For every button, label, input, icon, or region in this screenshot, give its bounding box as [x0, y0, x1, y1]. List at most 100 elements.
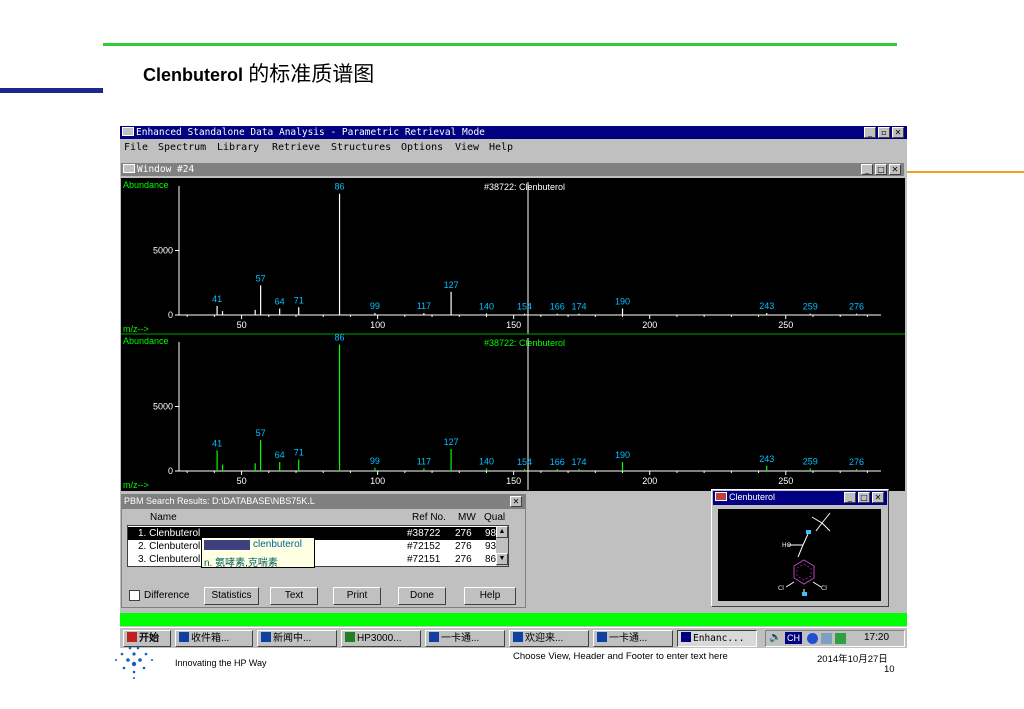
tooltip-translation: n. 氨哮素,克喘素 [204, 558, 278, 569]
windows-taskbar: 开始 收件箱... 新闻中... HP3000... 一卡通... 欢迎来...… [120, 627, 907, 648]
close-icon[interactable]: ✕ [892, 127, 904, 138]
menu-file[interactable]: File [124, 142, 148, 153]
structure-maximize-icon[interactable]: □ [858, 492, 870, 503]
app-task-icon [681, 632, 691, 642]
peak-label: 57 [256, 428, 266, 438]
minimize-icon[interactable]: _ [864, 127, 876, 138]
task-hp3000[interactable]: HP3000... [341, 630, 421, 647]
menu-library[interactable]: Library [217, 142, 259, 153]
child-maximize-icon[interactable]: □ [875, 164, 887, 175]
print-button[interactable]: Print [333, 587, 381, 605]
peak-label: 127 [444, 280, 459, 290]
left-accent-bar [0, 88, 103, 93]
child-close-icon[interactable]: ✕ [889, 164, 901, 175]
desktop-green-band [120, 613, 907, 626]
peak-label: 174 [571, 457, 586, 467]
ime-icon[interactable] [807, 633, 818, 644]
difference-checkbox[interactable] [129, 590, 140, 601]
peak-label: 190 [615, 450, 630, 460]
x-tick-label: 250 [778, 476, 793, 486]
peak-label: 64 [275, 297, 285, 307]
peak-label: 41 [212, 438, 222, 448]
spectra-svg: Abundance m/z--> #38722: Clenbuterol 0 5000 5… [121, 180, 905, 490]
menu-spectrum[interactable]: Spectrum [158, 142, 206, 153]
peak-label: 117 [417, 456, 431, 466]
slide-title: Clenbuterol 的标准质谱图 [143, 58, 374, 88]
x-tick-label: 250 [778, 320, 793, 330]
col-mw: MW [458, 512, 476, 523]
peak-label: 86 [335, 182, 345, 192]
clock: 17:20 [864, 632, 890, 643]
child-minimize-icon[interactable]: _ [861, 164, 873, 175]
menu-retrieve[interactable]: Retrieve [272, 142, 320, 153]
peak-label: 259 [803, 302, 818, 312]
child-window-titlebar[interactable]: Window #24 _ □ ✕ [121, 163, 904, 176]
y-tick-label: 0 [168, 466, 173, 476]
ie-icon [429, 632, 439, 642]
tooltip-toolbar-icon[interactable] [204, 540, 250, 550]
slide-title-en: Clenbuterol [143, 65, 244, 85]
structure-icon [715, 492, 727, 501]
pbm-titlebar[interactable]: PBM Search Results: D:\DATABASE\NBS75K.L… [122, 495, 525, 509]
lang-indicator[interactable]: CH [785, 632, 802, 644]
app-title: Enhanced Standalone Data Analysis - Para… [136, 127, 485, 138]
svg-text:Cl: Cl [778, 585, 784, 592]
pbm-title: PBM Search Results: D:\DATABASE\NBS75K.L [124, 496, 315, 506]
text-button[interactable]: Text [270, 587, 318, 605]
menu-options[interactable]: Options [401, 142, 443, 153]
structure-title: Clenbuterol [729, 492, 776, 502]
scroll-up-icon[interactable]: ▲ [496, 526, 508, 538]
app-titlebar[interactable]: Enhanced Standalone Data Analysis - Para… [120, 126, 907, 139]
x-tick-label: 50 [237, 476, 247, 486]
ie-icon [261, 632, 271, 642]
footer-text: Choose View, Header and Footer to enter … [513, 651, 728, 662]
tooltip-word: clenbuterol [253, 539, 302, 550]
network-icon[interactable] [821, 633, 832, 644]
pbm-close-icon[interactable]: ✕ [510, 496, 522, 507]
structure-close-icon[interactable]: ✕ [872, 492, 884, 503]
task-welcome[interactable]: 欢迎来... [509, 630, 589, 647]
peak-label: 127 [444, 437, 459, 447]
dictionary-tooltip: clenbuterol n. 氨哮素,克喘素 [201, 537, 315, 569]
y-tick-label: 5000 [153, 402, 173, 412]
peak-label: 166 [550, 457, 565, 467]
footer-date: 2014年10月27日 [817, 654, 888, 665]
ie-icon [513, 632, 523, 642]
peak-label: 99 [370, 301, 380, 311]
speaker-icon[interactable]: 🔈 [769, 632, 781, 643]
window-icon [123, 164, 135, 173]
structure-window: Clenbuterol _ □ ✕ HO Cl Cl [711, 489, 889, 607]
done-button[interactable]: Done [398, 587, 446, 605]
task-card-2[interactable]: 一卡通... [593, 630, 673, 647]
task-inbox[interactable]: 收件箱... [175, 630, 253, 647]
tray-app-icon[interactable] [835, 633, 846, 644]
x-tick-label: 100 [370, 476, 385, 486]
menu-structures[interactable]: Structures [331, 142, 391, 153]
statistics-button[interactable]: Statistics [204, 587, 259, 605]
x-tick-label: 150 [506, 476, 521, 486]
peak-label: 190 [615, 297, 630, 307]
structure-titlebar[interactable]: Clenbuterol _ □ ✕ [713, 491, 887, 505]
molecule-structure-drawing: HO Cl Cl [718, 509, 881, 601]
x-tick-label: 100 [370, 320, 385, 330]
menu-help[interactable]: Help [489, 142, 513, 153]
peak-label: 154 [517, 457, 532, 467]
slide-title-zh: 的标准质谱图 [243, 62, 375, 86]
x-axis-label: m/z--> [123, 324, 149, 334]
menu-view[interactable]: View [455, 142, 479, 153]
results-scrollbar[interactable]: ▲ ▼ [496, 526, 508, 566]
task-news[interactable]: 新闻中... [257, 630, 337, 647]
task-enhanced[interactable]: Enhanc... [677, 630, 757, 647]
structure-minimize-icon[interactable]: _ [844, 492, 856, 503]
spectrum-title: #38722: Clenbuterol [484, 338, 565, 348]
ie-icon [597, 632, 607, 642]
menu-bar: File Spectrum Library Retrieve Structure… [120, 139, 907, 155]
restore-icon[interactable]: ▫ [878, 127, 890, 138]
system-tray: 🔈 CH 17:20 [765, 630, 905, 647]
scroll-down-icon[interactable]: ▼ [496, 553, 508, 565]
task-card-1[interactable]: 一卡通... [425, 630, 505, 647]
help-button[interactable]: Help [464, 587, 516, 605]
callout-line [905, 171, 1024, 173]
peak-label: 117 [417, 301, 431, 311]
peak-label: 174 [571, 302, 586, 312]
